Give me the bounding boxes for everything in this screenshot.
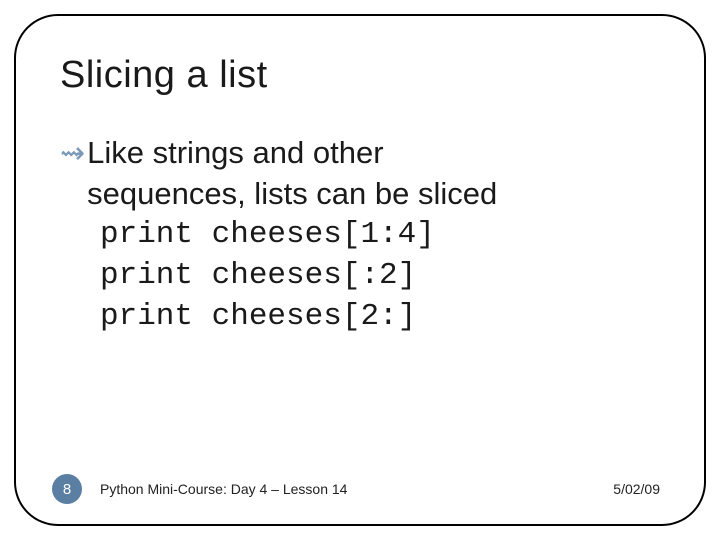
- code-line: print cheeses[:2]: [100, 256, 660, 297]
- slide-title: Slicing a list: [60, 54, 660, 97]
- slide-frame: Slicing a list ⇝ Like strings and other …: [14, 14, 706, 526]
- course-label: Python Mini-Course: Day 4 – Lesson 14: [100, 481, 347, 497]
- page-number: 8: [63, 481, 71, 498]
- page-number-badge: 8: [52, 474, 82, 504]
- bullet-line-1: Like strings and other: [87, 135, 383, 170]
- footer: 8 Python Mini-Course: Day 4 – Lesson 14 …: [16, 474, 704, 504]
- code-line: print cheeses[1:4]: [100, 215, 660, 256]
- date-label: 5/02/09: [613, 481, 660, 497]
- code-line: print cheeses[2:]: [100, 297, 660, 338]
- code-block: print cheeses[1:4] print cheeses[:2] pri…: [100, 215, 660, 338]
- bullet-item: ⇝ Like strings and other sequences, list…: [60, 133, 660, 215]
- bullet-icon: ⇝: [60, 133, 85, 174]
- slide-body: ⇝ Like strings and other sequences, list…: [60, 133, 660, 338]
- bullet-text: Like strings and other sequences, lists …: [87, 133, 497, 215]
- bullet-line-2: sequences, lists can be sliced: [87, 176, 497, 211]
